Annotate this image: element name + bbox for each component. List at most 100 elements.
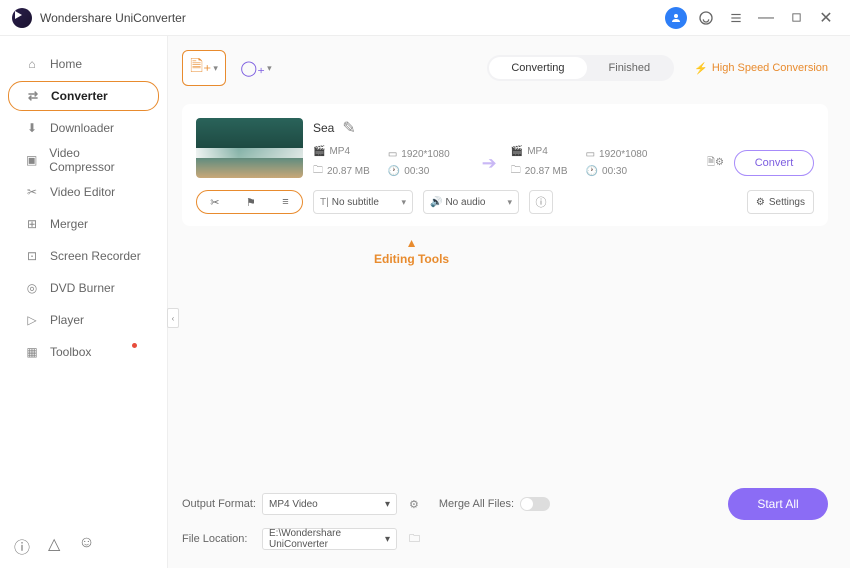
info-button[interactable]: ⓘ (529, 190, 553, 214)
disc-icon: ◎ (22, 281, 42, 295)
sidebar-item-label: Player (50, 313, 84, 327)
settings-label: Settings (769, 197, 805, 208)
add-url-icon: ◯₊ (240, 59, 265, 77)
resolution-icon: ▭ (388, 149, 397, 160)
sidebar-item-converter[interactable]: ⇄ Converter (8, 81, 159, 111)
notification-dot (132, 343, 137, 348)
scissors-icon: ✂ (22, 185, 42, 199)
output-settings-icon[interactable]: 🗎⚙ (707, 155, 724, 172)
add-file-button[interactable]: 🗎₊▾ (182, 50, 226, 86)
output-format-select[interactable]: MP4 Video▾ (262, 493, 397, 515)
sidebar-item-label: Home (50, 57, 82, 71)
start-all-button[interactable]: Start All (728, 488, 828, 520)
help-icon[interactable]: ⓘ (14, 534, 30, 558)
output-gear-icon[interactable]: ⚙ (409, 498, 419, 511)
subtitle-value: No subtitle (332, 197, 379, 208)
compress-icon: ▣ (22, 153, 41, 167)
menu-icon[interactable] (724, 6, 748, 30)
add-url-button[interactable]: ◯₊▾ (240, 52, 272, 84)
feedback-icon[interactable]: ☺ (78, 534, 94, 558)
subtitle-icon: T| (320, 197, 329, 208)
src-format: MP4 (329, 146, 350, 157)
notifications-icon[interactable]: △ (48, 534, 60, 558)
folder-icon: 🗀 (511, 163, 521, 180)
sidebar-item-merger[interactable]: ⊞ Merger (8, 209, 159, 239)
user-icon[interactable] (664, 6, 688, 30)
video-icon: 🎬 (511, 146, 523, 157)
sidebar-item-player[interactable]: ▷Player (8, 305, 159, 335)
close-button[interactable]: ✕ (814, 6, 838, 30)
subtitle-dropdown[interactable]: T|No subtitle▾ (313, 190, 413, 214)
tab-finished[interactable]: Finished (587, 57, 673, 79)
sidebar: ⌂Home ⇄ Converter ⬇ Downloader ▣Video Comp… (0, 36, 168, 568)
sidebar-item-label: Toolbox (50, 345, 91, 359)
dst-res: 1920*1080 (599, 149, 647, 160)
sidebar-item-label: Downloader (50, 121, 114, 135)
bolt-icon: ⚡ (694, 62, 708, 75)
app-title: Wondershare UniConverter (40, 11, 186, 25)
clock-icon: 🕐 (388, 166, 400, 177)
open-folder-icon[interactable]: 🗀 (409, 530, 420, 549)
titlebar: Wondershare UniConverter — ✕ (0, 0, 850, 36)
sidebar-item-label: Screen Recorder (50, 249, 141, 263)
src-size: 20.87 MB (327, 166, 370, 177)
audio-dropdown[interactable]: 🔊No audio▾ (423, 190, 519, 214)
annotation: ▲ Editing Tools (374, 236, 449, 266)
converter-icon: ⇄ (23, 89, 43, 103)
high-speed-label: High Speed Conversion (712, 62, 828, 74)
grid-icon: ▦ (22, 345, 42, 359)
sidebar-item-label: Converter (51, 89, 108, 103)
sidebar-item-toolbox[interactable]: ▦ Toolbox (8, 337, 159, 367)
dst-size: 20.87 MB (525, 166, 568, 177)
rename-icon[interactable]: ✎ (342, 118, 355, 138)
sidebar-item-label: Merger (50, 217, 88, 231)
minimize-button[interactable]: — (754, 6, 778, 30)
high-speed-toggle[interactable]: ⚡ High Speed Conversion (694, 62, 828, 75)
download-icon: ⬇ (22, 121, 42, 135)
merge-label: Merge All Files: (439, 498, 514, 510)
content: ‹ 🗎₊▾ ◯₊▾ Converting Finished ⚡ High Spee… (168, 36, 850, 568)
effects-icon[interactable]: ≡ (282, 196, 288, 208)
dst-format: MP4 (527, 146, 548, 157)
trim-icon[interactable]: ✂ (210, 196, 219, 209)
sidebar-item-home[interactable]: ⌂Home (8, 49, 159, 79)
annotation-label: Editing Tools (374, 252, 449, 266)
status-tabs: Converting Finished (487, 55, 674, 81)
file-name: Sea (313, 121, 334, 135)
annotation-arrow-icon: ▲ (406, 236, 418, 250)
merge-toggle[interactable] (520, 497, 550, 511)
merge-icon: ⊞ (22, 217, 42, 231)
src-dur: 00:30 (404, 166, 429, 177)
sidebar-item-editor[interactable]: ✂ Video Editor (8, 177, 159, 207)
dst-dur: 00:30 (602, 166, 627, 177)
file-card: Sea ✎ 🎬MP4 🗀20.87 MB ▭1920*1080 🕐00:30 ➔ (182, 104, 828, 226)
sidebar-item-label: DVD Burner (50, 281, 115, 295)
output-format-value: MP4 Video (269, 499, 318, 510)
tab-converting[interactable]: Converting (489, 57, 586, 79)
settings-button[interactable]: ⚙ Settings (747, 190, 814, 214)
editing-tools: ✂ ⚑ ≡ (196, 190, 303, 214)
sidebar-item-recorder[interactable]: ⊡Screen Recorder (8, 241, 159, 271)
file-location-value: E:\Wondershare UniConverter (269, 528, 385, 550)
output-format-label: Output Format: (182, 498, 262, 510)
sidebar-item-compressor[interactable]: ▣Video Compressor (8, 145, 159, 175)
sidebar-item-dvd[interactable]: ◎ DVD Burner (8, 273, 159, 303)
app-logo (12, 8, 32, 28)
gear-icon: ⚙ (756, 197, 765, 208)
sidebar-item-label: Video Editor (50, 185, 115, 199)
audio-value: No audio (445, 197, 485, 208)
video-thumbnail[interactable] (196, 118, 303, 178)
file-location-label: File Location: (182, 533, 262, 545)
folder-icon: 🗀 (313, 163, 323, 180)
file-location-select[interactable]: E:\Wondershare UniConverter▾ (262, 528, 397, 550)
clock-icon: 🕐 (586, 166, 598, 177)
sidebar-item-downloader[interactable]: ⬇ Downloader (8, 113, 159, 143)
video-icon: 🎬 (313, 146, 325, 157)
support-icon[interactable] (694, 6, 718, 30)
collapse-sidebar-button[interactable]: ‹ (167, 308, 179, 328)
crop-icon[interactable]: ⚑ (246, 196, 256, 209)
convert-button[interactable]: Convert (734, 150, 814, 176)
resolution-icon: ▭ (586, 149, 595, 160)
maximize-button[interactable] (784, 6, 808, 30)
add-file-icon: 🗎₊ (190, 55, 211, 82)
